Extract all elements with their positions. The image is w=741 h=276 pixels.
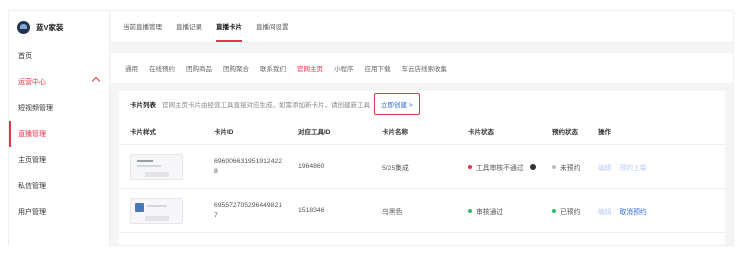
reserve-dot <box>552 208 556 213</box>
card-type-tabs: 通用 在线预约 团购商品 团购聚合 联系我们 官网主页 小程序 应用下载 车云店… <box>111 53 733 83</box>
help-icon[interactable] <box>529 163 536 170</box>
sidebar-item-messages[interactable]: 私信管理 <box>9 173 109 199</box>
subtab-official-homepage[interactable]: 官网主页 <box>297 63 323 73</box>
card-name: 乌黑色 <box>382 208 403 216</box>
tab-live-records[interactable]: 直播记录 <box>176 10 202 42</box>
sidebar-item-live[interactable]: 直播管理 <box>9 121 109 147</box>
edit-button[interactable]: 编辑 <box>598 209 612 216</box>
tab-live-cards[interactable]: 直播卡片 <box>216 10 242 42</box>
col-card-id: 卡片ID <box>214 128 234 136</box>
table-header: 卡片样式 卡片ID 对应工具ID 卡片名称 卡片状态 预约状态 操作 <box>119 117 725 145</box>
col-tool-id: 对应工具ID <box>298 128 331 136</box>
tool-id: 1964860 <box>298 163 325 170</box>
subtab-car-lead[interactable]: 车云店线索收集 <box>402 63 448 73</box>
card-name: 5/25集成 <box>382 164 409 172</box>
status-dot <box>468 164 472 169</box>
status-badge: 工具审核不通过 <box>468 162 552 172</box>
reserve-status: 已预约 <box>552 206 598 216</box>
app-window: 蓝V家装 首页 运营中心 短视频管理 直播管理 主页管理 私信管理 用户管理 当… <box>8 10 734 247</box>
status-badge: 审核通过 <box>468 206 552 216</box>
reserve-button[interactable]: 预约上架 <box>619 165 646 172</box>
card-preview <box>130 153 183 180</box>
top-tabs: 当前直播管理 直播记录 直播卡片 直播间设置 <box>111 11 733 43</box>
subtab-online-booking[interactable]: 在线预约 <box>149 63 175 73</box>
logo-icon <box>17 20 30 34</box>
tool-id: 1518346 <box>298 207 325 214</box>
tab-current-live[interactable]: 当前直播管理 <box>123 10 162 42</box>
card-id: 6960066319519124228 <box>214 157 283 175</box>
col-reserve-status: 预约状态 <box>552 128 578 136</box>
table-row: 6960066319519124228 1964860 5/25集成 工具审核不… <box>119 145 725 189</box>
logo-text: 蓝V家装 <box>36 22 64 32</box>
col-card-name: 卡片名称 <box>382 128 408 136</box>
subtab-general[interactable]: 通用 <box>125 63 138 73</box>
subtab-group-aggregate[interactable]: 团购聚合 <box>223 63 249 73</box>
chevron-up-icon <box>91 76 101 86</box>
avatar <box>135 202 144 212</box>
reserve-dot <box>552 164 556 169</box>
sidebar-item-short-video[interactable]: 短视频管理 <box>9 95 109 121</box>
subtab-app-download[interactable]: 应用下载 <box>365 63 391 73</box>
cancel-reserve-button[interactable]: 取消预约 <box>619 209 646 216</box>
subtab-group-product[interactable]: 团购商品 <box>186 63 212 73</box>
card-preview <box>130 197 183 224</box>
sidebar-item-home[interactable]: 首页 <box>9 43 109 69</box>
logo[interactable]: 蓝V家装 <box>9 11 109 43</box>
reserve-status: 未预约 <box>552 162 598 172</box>
col-actions: 操作 <box>598 128 611 136</box>
sidebar: 蓝V家装 首页 运营中心 短视频管理 直播管理 主页管理 私信管理 用户管理 <box>9 11 110 247</box>
sidebar-group-operations[interactable]: 运营中心 <box>9 69 109 95</box>
panel-header: 卡片列表 官网主页卡片由经营工具直接对应生成，如需添加新卡片，请创建新工具 立即… <box>119 91 725 117</box>
subtab-mini-program[interactable]: 小程序 <box>334 63 354 73</box>
table-row: 6955727052964498217 1518346 乌黑色 审核通过 已预约… <box>119 189 725 233</box>
tab-live-room-settings[interactable]: 直播间设置 <box>256 10 289 42</box>
card-id: 6955727052964498217 <box>214 201 283 219</box>
sidebar-item-homepage[interactable]: 主页管理 <box>9 147 109 173</box>
col-card-status: 卡片状态 <box>468 128 494 136</box>
create-now-link[interactable]: 立即创建 > <box>374 93 420 115</box>
status-dot <box>468 208 472 213</box>
card-list-panel: 卡片列表 官网主页卡片由经营工具直接对应生成，如需添加新卡片，请创建新工具 立即… <box>119 91 725 245</box>
panel-title: 卡片列表 <box>130 102 156 109</box>
panel-description: 官网主页卡片由经营工具直接对应生成，如需添加新卡片，请创建新工具 <box>162 102 370 109</box>
subtab-contact-us[interactable]: 联系我们 <box>260 63 286 73</box>
col-card-style: 卡片样式 <box>130 128 156 136</box>
sidebar-item-users[interactable]: 用户管理 <box>9 199 109 225</box>
edit-button[interactable]: 编辑 <box>598 165 612 172</box>
